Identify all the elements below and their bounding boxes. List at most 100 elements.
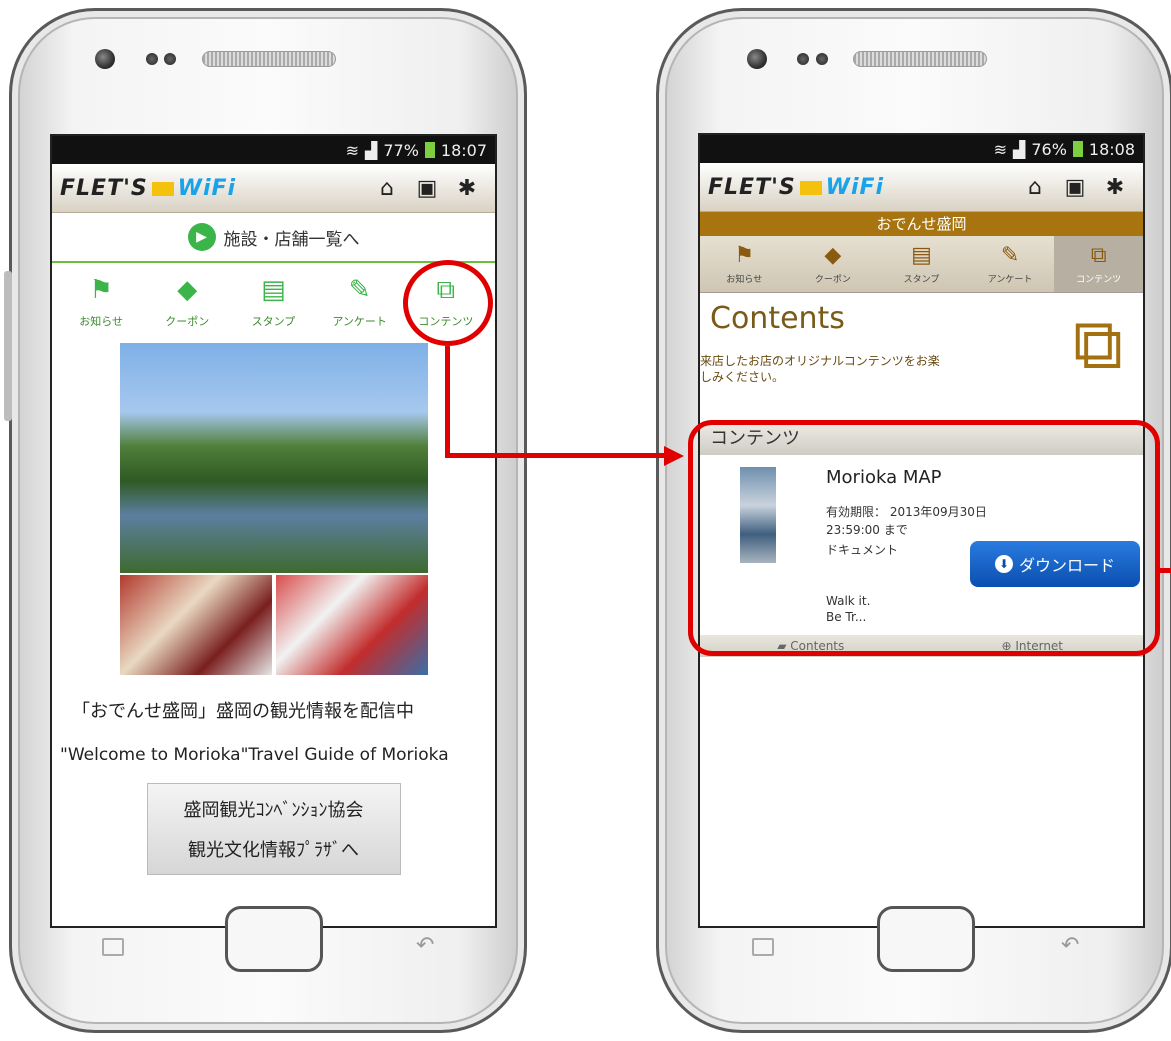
settings-button[interactable]: ✱ (447, 168, 487, 208)
home-key[interactable] (877, 906, 975, 972)
tab-label: お知らせ (726, 275, 763, 285)
home-icon: ⌂ (1028, 174, 1042, 200)
sensor (146, 53, 158, 65)
flag-icon: ⚑ (89, 275, 113, 305)
venue-banner: おでんせ盛岡 (700, 212, 1143, 236)
caption-english: "Welcome to Morioka"Travel Guide of Mori… (60, 745, 449, 765)
tray-icon: ▣ (1064, 174, 1086, 200)
tab-stamp[interactable]: ▤ スタンプ (877, 236, 966, 292)
stamp-icon: ▤ (911, 243, 932, 268)
phone-left: ≋ ▟ 77% 18:07 FLET'S WiFi ⌂ ▣ ✱ ▶ 施設・店舗一覧… (4, 8, 527, 1033)
home-button[interactable]: ⌂ (367, 168, 407, 208)
facility-list-label: 施設・店舗一覧へ (223, 229, 360, 250)
tab-label: クーポン (165, 315, 210, 328)
pencil-icon: ✎ (348, 275, 371, 305)
photo-festival-parade (275, 575, 428, 675)
gear-icon: ✱ (1105, 174, 1125, 200)
banner-photo (119, 343, 428, 675)
tab-label: アンケート (332, 315, 387, 328)
signal-icon: ▟ (1013, 139, 1026, 159)
tab-label: スタンプ (903, 275, 940, 285)
flag-icon: ⚑ (734, 243, 755, 268)
tourism-association-button[interactable]: 盛岡観光ｺﾝﾍﾞﾝｼｮﾝ協会 観光文化情報ﾌﾟﾗｻﾞへ (146, 783, 401, 875)
tab-label: アンケート (987, 275, 1033, 285)
contents-header: Contents 来店したお店のオリジナルコンテンツをお楽しみください。 ⧉ (700, 293, 1143, 403)
pencil-icon: ✎ (1000, 243, 1020, 268)
feature-tabs: ⚑ お知らせ ◆ クーポン ▤ スタンプ ✎ アンケート ⧉ コンテンツ (700, 236, 1143, 293)
tab-survey[interactable]: ✎ アンケート (320, 275, 400, 343)
button-line-2: 観光文化情報ﾌﾟﾗｻﾞへ (188, 840, 359, 861)
status-bar: ≋ ▟ 77% 18:07 (52, 136, 495, 164)
tab-label: スタンプ (251, 315, 296, 328)
inbox-button[interactable]: ▣ (1055, 167, 1095, 207)
speaker-grille (202, 51, 336, 67)
tab-news[interactable]: ⚑ お知らせ (61, 275, 141, 343)
highlight-circle (403, 260, 493, 346)
clock: 18:08 (1088, 139, 1135, 159)
battery-percent: 76% (1031, 139, 1067, 159)
highlight-rectangle (688, 420, 1160, 656)
back-key[interactable]: ↶ (416, 933, 434, 958)
status-bar: ≋ ▟ 76% 18:08 (700, 135, 1143, 163)
film-icon: ⧉ (1090, 243, 1107, 268)
menu-key[interactable] (102, 938, 124, 956)
logo-flets: FLET'S (60, 175, 148, 201)
sensor (816, 53, 828, 65)
film-frame-icon: ⧉ (1073, 303, 1123, 385)
sensor (164, 53, 176, 65)
stamp-icon: ▤ (261, 275, 286, 305)
tray-icon: ▣ (416, 175, 438, 201)
tab-label: クーポン (814, 275, 851, 285)
front-camera (95, 49, 115, 69)
tag-icon: ◆ (824, 243, 842, 268)
app-header: FLET'S WiFi ⌂ ▣ ✱ (52, 164, 495, 213)
battery-percent: 77% (383, 140, 419, 160)
app-logo: FLET'S WiFi (708, 175, 884, 200)
arrow-head (664, 446, 684, 466)
tab-news[interactable]: ⚑ お知らせ (700, 236, 789, 292)
tab-coupon[interactable]: ◆ クーポン (147, 275, 227, 343)
tab-label: お知らせ (79, 315, 123, 328)
tab-survey[interactable]: ✎ アンケート (966, 236, 1055, 292)
home-button[interactable]: ⌂ (1015, 167, 1055, 207)
speaker-grille (853, 51, 987, 67)
tab-stamp[interactable]: ▤ スタンプ (233, 275, 313, 343)
tab-label: コンテンツ (1076, 275, 1122, 285)
sensor (797, 53, 809, 65)
logo-wifi: WiFi (825, 174, 885, 200)
arrow-continuation (1160, 568, 1171, 573)
logo-flets: FLET'S (708, 174, 796, 200)
front-camera (747, 49, 767, 69)
home-icon: ⌂ (380, 175, 394, 201)
logo-wifi: WiFi (177, 175, 237, 201)
screen: ≋ ▟ 77% 18:07 FLET'S WiFi ⌂ ▣ ✱ ▶ 施設・店舗一覧… (50, 134, 497, 928)
home-key[interactable] (225, 906, 323, 972)
side-button (4, 271, 12, 421)
gear-icon: ✱ (457, 175, 477, 201)
battery-icon (1072, 141, 1083, 157)
logo-mark (799, 180, 822, 195)
inbox-button[interactable]: ▣ (407, 168, 447, 208)
wifi-icon: ≋ (993, 139, 1008, 159)
wifi-icon: ≋ (345, 140, 360, 160)
play-icon: ▶ (187, 223, 216, 251)
clock: 18:07 (440, 140, 487, 160)
arrow-line-horizontal (445, 453, 667, 458)
page-description: 来店したお店のオリジナルコンテンツをお楽しみください。 (700, 354, 940, 384)
tab-contents[interactable]: ⧉ コンテンツ (1054, 236, 1143, 292)
back-key[interactable]: ↶ (1061, 933, 1079, 958)
caption-japanese: 「おでんせ盛岡」盛岡の観光情報を配信中 (72, 701, 414, 722)
signal-icon: ▟ (365, 140, 378, 160)
facility-list-link[interactable]: ▶ 施設・店舗一覧へ (52, 213, 495, 263)
logo-mark (151, 181, 174, 196)
settings-button[interactable]: ✱ (1095, 167, 1135, 207)
arrow-line-vertical (445, 346, 450, 458)
battery-icon (424, 142, 435, 158)
button-line-1: 盛岡観光ｺﾝﾍﾞﾝｼｮﾝ協会 (183, 800, 364, 821)
photo-river-mountain (119, 343, 428, 573)
tag-icon: ◆ (177, 275, 198, 305)
tab-coupon[interactable]: ◆ クーポン (789, 236, 878, 292)
photo-festival-drums (119, 575, 272, 675)
page-title: Contents (710, 301, 845, 336)
menu-key[interactable] (752, 938, 774, 956)
